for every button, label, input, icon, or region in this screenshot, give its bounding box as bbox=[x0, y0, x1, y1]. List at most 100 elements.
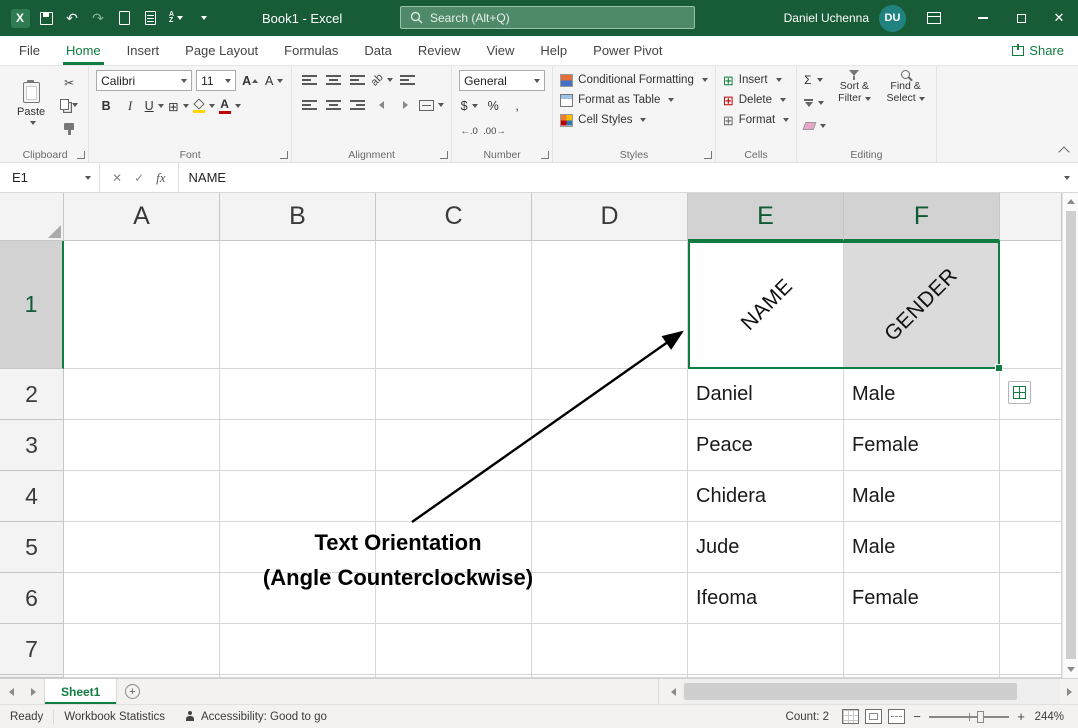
cell-b2[interactable] bbox=[220, 369, 376, 420]
alignment-dialog-launcher[interactable] bbox=[440, 151, 448, 159]
cell-f3[interactable]: Female bbox=[844, 420, 1000, 471]
active-cell-e1[interactable]: NAME bbox=[690, 243, 844, 367]
cell-c1[interactable] bbox=[376, 241, 532, 369]
share-button[interactable]: Share bbox=[1012, 43, 1064, 58]
underline-button[interactable]: U bbox=[144, 96, 164, 116]
tab-home[interactable]: Home bbox=[53, 36, 114, 65]
save-icon[interactable] bbox=[34, 5, 58, 31]
enter-icon[interactable]: ✓ bbox=[134, 171, 144, 185]
cell-e6[interactable]: Ifeoma bbox=[688, 573, 844, 624]
tab-power-pivot[interactable]: Power Pivot bbox=[580, 36, 675, 65]
cell-d4[interactable] bbox=[532, 471, 688, 522]
horizontal-scrollbar-track[interactable] bbox=[682, 679, 1060, 704]
clear-button[interactable] bbox=[804, 116, 826, 135]
accounting-format-button[interactable]: $ bbox=[459, 96, 479, 116]
cell-c3[interactable] bbox=[376, 420, 532, 471]
grow-font-button[interactable]: A bbox=[240, 71, 260, 91]
vertical-scrollbar[interactable] bbox=[1062, 193, 1078, 678]
cell-a2[interactable] bbox=[64, 369, 220, 420]
cell-e5[interactable]: Jude bbox=[688, 522, 844, 573]
cell-e2[interactable]: Daniel bbox=[688, 369, 844, 420]
cell-b3[interactable] bbox=[220, 420, 376, 471]
column-header-f[interactable]: F bbox=[844, 193, 1000, 241]
number-format-combo[interactable]: General bbox=[459, 70, 545, 91]
middle-align-button[interactable] bbox=[323, 70, 343, 90]
vertical-scrollbar-thumb[interactable] bbox=[1066, 211, 1076, 659]
formula-content[interactable]: NAME bbox=[179, 163, 1052, 192]
cell-g1[interactable] bbox=[1000, 241, 1062, 369]
bottom-align-button[interactable] bbox=[347, 70, 367, 90]
borders-button[interactable]: ⊞ bbox=[168, 96, 188, 116]
increase-decimal-button[interactable]: ←.0 bbox=[459, 121, 479, 141]
redo-icon[interactable]: ↷ bbox=[86, 5, 110, 31]
undo-icon[interactable]: ↶ bbox=[60, 5, 84, 31]
zoom-level[interactable]: 244% bbox=[1030, 711, 1078, 723]
copy-button[interactable] bbox=[57, 95, 81, 114]
column-header-c[interactable]: C bbox=[376, 193, 532, 241]
cell-g3[interactable] bbox=[1000, 420, 1062, 471]
scroll-down-icon[interactable] bbox=[1063, 661, 1078, 678]
cell-d3[interactable] bbox=[532, 420, 688, 471]
cell-g7[interactable] bbox=[1000, 624, 1062, 675]
cell-f2[interactable]: Male bbox=[844, 369, 1000, 420]
styles-dialog-launcher[interactable] bbox=[704, 151, 712, 159]
column-header-d[interactable]: D bbox=[532, 193, 688, 241]
scroll-left-icon[interactable] bbox=[664, 679, 682, 704]
search-box[interactable]: Search (Alt+Q) bbox=[400, 6, 695, 29]
cell-a3[interactable] bbox=[64, 420, 220, 471]
delete-cells-button[interactable]: ⊞ Delete bbox=[723, 90, 789, 110]
cell-e7[interactable] bbox=[688, 624, 844, 675]
cell-d7[interactable] bbox=[532, 624, 688, 675]
previous-sheet-icon[interactable] bbox=[0, 679, 22, 704]
row-header-7[interactable]: 7 bbox=[0, 624, 64, 675]
zoom-in-button[interactable]: + bbox=[1012, 709, 1030, 724]
user-name[interactable]: Daniel Uchenna bbox=[784, 11, 869, 25]
fill-handle[interactable] bbox=[995, 364, 1003, 372]
column-header-e[interactable]: E bbox=[688, 193, 844, 241]
shrink-font-button[interactable]: A bbox=[264, 71, 284, 91]
cancel-icon[interactable]: ✕ bbox=[112, 171, 122, 185]
new-file-icon[interactable] bbox=[112, 5, 136, 31]
select-all-corner[interactable] bbox=[0, 193, 64, 241]
row-header-3[interactable]: 3 bbox=[0, 420, 64, 471]
cell-c2[interactable] bbox=[376, 369, 532, 420]
sheet-tab-sheet1[interactable]: Sheet1 bbox=[44, 679, 117, 704]
cut-button[interactable]: ✂ bbox=[57, 73, 81, 92]
cell-b4[interactable] bbox=[220, 471, 376, 522]
conditional-formatting-button[interactable]: Conditional Formatting bbox=[560, 70, 708, 90]
font-dialog-launcher[interactable] bbox=[280, 151, 288, 159]
italic-button[interactable]: I bbox=[120, 96, 140, 116]
orientation-button[interactable]: ab bbox=[371, 70, 393, 90]
normal-view-icon[interactable] bbox=[842, 709, 859, 724]
selection-range-e1-f1[interactable]: NAME GENDER bbox=[688, 241, 1000, 369]
tab-page-layout[interactable]: Page Layout bbox=[172, 36, 271, 65]
sort-filter-button[interactable]: Sort & Filter bbox=[834, 70, 874, 135]
column-header-b[interactable]: B bbox=[220, 193, 376, 241]
tab-file[interactable]: File bbox=[6, 36, 53, 65]
merge-center-button[interactable] bbox=[419, 95, 444, 115]
paste-button[interactable]: Paste bbox=[9, 70, 53, 136]
tab-review[interactable]: Review bbox=[405, 36, 474, 65]
name-box[interactable]: E1 bbox=[0, 163, 100, 192]
maximize-button[interactable] bbox=[1002, 0, 1040, 36]
horizontal-scrollbar[interactable] bbox=[664, 679, 1078, 704]
cell-c7[interactable] bbox=[376, 624, 532, 675]
wrap-text-button[interactable] bbox=[397, 70, 417, 90]
avatar[interactable]: DU bbox=[879, 5, 906, 32]
page-break-view-icon[interactable] bbox=[888, 709, 905, 724]
percent-style-button[interactable]: % bbox=[483, 96, 503, 116]
cell-a4[interactable] bbox=[64, 471, 220, 522]
fill-button[interactable] bbox=[804, 93, 826, 112]
cell-e3[interactable]: Peace bbox=[688, 420, 844, 471]
font-size-combo[interactable]: 11 bbox=[196, 70, 236, 91]
insert-function-icon[interactable]: fx bbox=[156, 170, 165, 186]
cell-f4[interactable]: Male bbox=[844, 471, 1000, 522]
zoom-slider-handle[interactable] bbox=[977, 711, 984, 723]
page-layout-view-icon[interactable] bbox=[865, 709, 882, 724]
clipboard-dialog-launcher[interactable] bbox=[77, 151, 85, 159]
cell-b1[interactable] bbox=[220, 241, 376, 369]
bold-button[interactable]: B bbox=[96, 96, 116, 116]
cell-f6[interactable]: Female bbox=[844, 573, 1000, 624]
workbook-statistics-button[interactable]: Workbook Statistics bbox=[54, 705, 175, 728]
zoom-slider[interactable] bbox=[929, 716, 1009, 718]
